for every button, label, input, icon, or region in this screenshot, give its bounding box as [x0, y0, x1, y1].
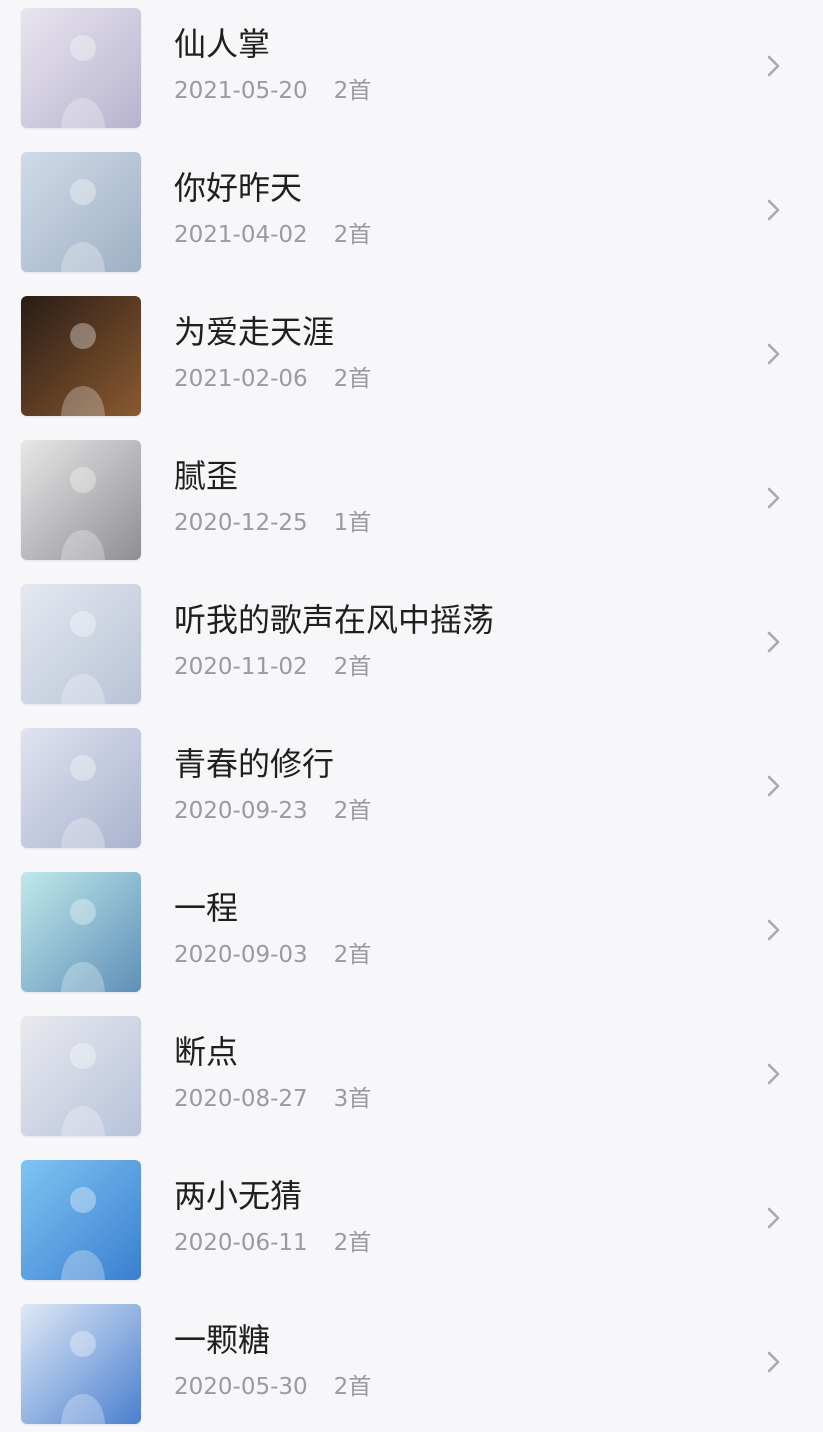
album-title: 断点 — [174, 1033, 239, 1071]
album-list: 仙人掌 2021-05-20 2首 你好昨天 2021-04-02 2首 为爱走… — [0, 0, 823, 1432]
album-meta: 2021-04-02 2首 — [174, 220, 371, 250]
album-cover-image — [21, 8, 141, 128]
album-title: 腻歪 — [174, 457, 239, 495]
album-cover-image — [21, 1160, 141, 1280]
album-track-count: 2首 — [333, 1230, 372, 1256]
album-cover-image — [21, 728, 141, 848]
album-cover-image — [21, 296, 141, 416]
album-title: 青春的修行 — [174, 745, 335, 783]
album-meta: 2021-02-06 2首 — [174, 364, 371, 394]
album-track-count: 2首 — [333, 222, 372, 248]
album-track-count: 2首 — [333, 654, 372, 680]
album-list-item[interactable]: 一颗糖 2020-05-30 2首 — [0, 1296, 823, 1432]
album-list-item[interactable]: 两小无猜 2020-06-11 2首 — [0, 1152, 823, 1296]
album-release-date: 2021-05-20 — [174, 78, 308, 104]
album-cover — [21, 440, 141, 560]
album-release-date: 2020-06-11 — [174, 1230, 308, 1256]
album-cover-image — [21, 1016, 141, 1136]
album-release-date: 2021-02-06 — [174, 366, 308, 392]
album-meta: 2020-09-23 2首 — [174, 796, 371, 826]
album-cover — [21, 8, 141, 128]
album-title: 一程 — [174, 889, 239, 927]
album-title: 为爱走天涯 — [174, 313, 335, 351]
album-track-count: 1首 — [333, 510, 372, 536]
album-release-date: 2020-09-03 — [174, 942, 308, 968]
album-cover-image — [21, 440, 141, 560]
album-list-item[interactable]: 青春的修行 2020-09-23 2首 — [0, 720, 823, 864]
album-meta: 2021-05-20 2首 — [174, 76, 371, 106]
album-release-date: 2020-11-02 — [174, 654, 308, 680]
album-cover-image — [21, 872, 141, 992]
chevron-right-icon — [760, 1204, 788, 1232]
album-track-count: 2首 — [333, 366, 372, 392]
album-title: 听我的歌声在风中摇荡 — [174, 601, 495, 639]
album-track-count: 2首 — [333, 798, 372, 824]
album-meta: 2020-09-03 2首 — [174, 940, 371, 970]
album-list-item[interactable]: 为爱走天涯 2021-02-06 2首 — [0, 288, 823, 432]
album-list-item[interactable]: 仙人掌 2021-05-20 2首 — [0, 0, 823, 144]
album-cover — [21, 872, 141, 992]
album-meta: 2020-11-02 2首 — [174, 652, 371, 682]
album-cover-image — [21, 152, 141, 272]
album-title: 一颗糖 — [174, 1321, 271, 1359]
album-track-count: 2首 — [333, 1374, 372, 1400]
album-title: 两小无猜 — [174, 1177, 303, 1215]
album-meta: 2020-05-30 2首 — [174, 1372, 371, 1402]
album-cover — [21, 1016, 141, 1136]
album-cover-image — [21, 1304, 141, 1424]
album-list-item[interactable]: 腻歪 2020-12-25 1首 — [0, 432, 823, 576]
album-cover-image — [21, 584, 141, 704]
album-track-count: 2首 — [333, 78, 372, 104]
album-cover — [21, 584, 141, 704]
album-track-count: 2首 — [333, 942, 372, 968]
album-release-date: 2020-05-30 — [174, 1374, 308, 1400]
album-cover — [21, 1304, 141, 1424]
album-list-item[interactable]: 一程 2020-09-03 2首 — [0, 864, 823, 1008]
album-release-date: 2020-09-23 — [174, 798, 308, 824]
album-release-date: 2021-04-02 — [174, 222, 308, 248]
album-meta: 2020-06-11 2首 — [174, 1228, 371, 1258]
album-release-date: 2020-12-25 — [174, 510, 308, 536]
album-release-date: 2020-08-27 — [174, 1086, 308, 1112]
album-cover — [21, 152, 141, 272]
chevron-right-icon — [760, 1348, 788, 1376]
chevron-right-icon — [760, 340, 788, 368]
chevron-right-icon — [760, 628, 788, 656]
album-cover — [21, 296, 141, 416]
album-cover — [21, 1160, 141, 1280]
album-list-item[interactable]: 听我的歌声在风中摇荡 2020-11-02 2首 — [0, 576, 823, 720]
album-meta: 2020-12-25 1首 — [174, 508, 371, 538]
album-cover — [21, 728, 141, 848]
chevron-right-icon — [760, 196, 788, 224]
chevron-right-icon — [760, 52, 788, 80]
chevron-right-icon — [760, 772, 788, 800]
chevron-right-icon — [760, 1060, 788, 1088]
album-list-item[interactable]: 你好昨天 2021-04-02 2首 — [0, 144, 823, 288]
chevron-right-icon — [760, 916, 788, 944]
album-meta: 2020-08-27 3首 — [174, 1084, 371, 1114]
album-list-item[interactable]: 断点 2020-08-27 3首 — [0, 1008, 823, 1152]
album-title: 你好昨天 — [174, 169, 303, 207]
album-title: 仙人掌 — [174, 25, 271, 63]
chevron-right-icon — [760, 484, 788, 512]
album-track-count: 3首 — [333, 1086, 372, 1112]
